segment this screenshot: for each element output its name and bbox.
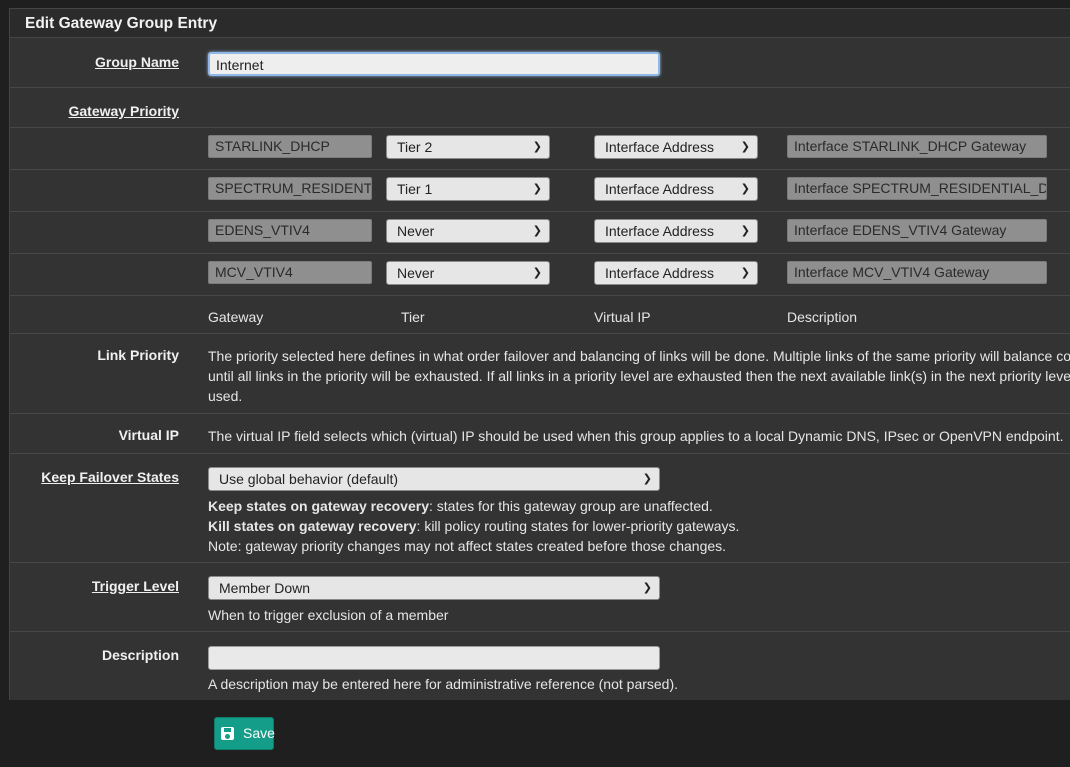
- gateway-name-field: EDENS_VTIV4: [208, 219, 372, 242]
- vip-value: Interface Address: [605, 181, 714, 197]
- help-line: used.: [208, 388, 243, 404]
- virtual-ip-select[interactable]: Interface Address ❯: [594, 261, 758, 285]
- gateway-name-field: MCV_VTIV4: [208, 261, 372, 284]
- tier-select[interactable]: Tier 1 ❯: [386, 177, 550, 201]
- trigger-level-select[interactable]: Member Down ❯: [208, 576, 660, 600]
- description-input[interactable]: [208, 646, 660, 670]
- chevron-down-icon: ❯: [532, 183, 542, 195]
- trigger-level-row: Trigger Level Member Down ❯ When to trigg…: [10, 563, 1070, 632]
- gateway-name-field: SPECTRUM_RESIDENTI/: [208, 177, 372, 200]
- edit-gateway-group-panel: Edit Gateway Group Entry Group Name Inte…: [9, 8, 1070, 700]
- help-text: : states for this gateway group are unaf…: [429, 498, 713, 514]
- virtual-ip-select[interactable]: Interface Address ❯: [594, 177, 758, 201]
- description-label: Description: [101, 647, 179, 663]
- help-bold: Kill states on gateway recovery: [208, 518, 417, 534]
- gateway-column-headers: Gateway Tier Virtual IP Description: [10, 296, 1070, 334]
- tier-value: Tier 1: [397, 181, 433, 197]
- chevron-down-icon: ❯: [740, 225, 750, 237]
- trigger-level-value: Member Down: [219, 580, 311, 596]
- save-label: Save: [243, 725, 275, 741]
- description-column-header: Description: [787, 309, 858, 325]
- virtual-ip-select[interactable]: Interface Address ❯: [594, 135, 758, 159]
- gateway-description-field: Interface EDENS_VTIV4 Gateway: [787, 219, 1047, 242]
- help-line: The priority selected here defines in wh…: [208, 348, 1070, 364]
- trigger-level-label: Trigger Level: [91, 578, 179, 594]
- vip-value: Interface Address: [605, 223, 714, 239]
- group-name-label: Group Name: [94, 54, 179, 70]
- help-line: Keep states on gateway recovery: states …: [208, 496, 739, 516]
- help-bold: Keep states on gateway recovery: [208, 498, 429, 514]
- tier-value: Never: [397, 223, 435, 239]
- tier-select[interactable]: Never ❯: [386, 219, 550, 243]
- link-priority-help: The priority selected here defines in wh…: [208, 346, 1070, 406]
- group-name-row: Group Name Internet: [10, 39, 1070, 88]
- chevron-down-icon: ❯: [740, 183, 750, 195]
- chevron-down-icon: ❯: [740, 267, 750, 279]
- gateway-priority-label: Gateway Priority: [68, 103, 180, 119]
- chevron-down-icon: ❯: [642, 582, 652, 594]
- description-help: A description may be entered here for ad…: [208, 676, 679, 692]
- gateway-row: STARLINK_DHCP Tier 2 ❯ Interface Address ❯…: [10, 128, 1070, 170]
- chevron-down-icon: ❯: [642, 473, 652, 485]
- help-line: until all links in the priority will be …: [208, 368, 1070, 384]
- keep-failover-value: Use global behavior (default): [219, 471, 398, 487]
- keep-failover-label: Keep Failover States: [41, 469, 179, 485]
- virtual-ip-column-header: Virtual IP: [594, 309, 651, 325]
- gateway-row: EDENS_VTIV4 Never ❯ Interface Address ❯ In…: [10, 212, 1070, 254]
- tier-select[interactable]: Tier 2 ❯: [386, 135, 550, 159]
- gateway-row: MCV_VTIV4 Never ❯ Interface Address ❯ Inte…: [10, 254, 1070, 296]
- link-priority-row: Link Priority The priority selected here…: [10, 334, 1070, 414]
- description-row: Description A description may be entered…: [10, 632, 1070, 701]
- tier-column-header: Tier: [401, 309, 425, 325]
- gateway-description-field: Interface MCV_VTIV4 Gateway: [787, 261, 1047, 284]
- keep-failover-select[interactable]: Use global behavior (default) ❯: [208, 467, 660, 491]
- group-name-input[interactable]: Internet: [208, 52, 660, 76]
- vip-value: Interface Address: [605, 139, 714, 155]
- gateway-description-field: Interface SPECTRUM_RESIDENTIAL_DH: [787, 177, 1047, 200]
- chevron-down-icon: ❯: [532, 225, 542, 237]
- gateway-description-field: Interface STARLINK_DHCP Gateway: [787, 135, 1047, 158]
- help-text: : kill policy routing states for lower-p…: [416, 518, 740, 534]
- help-line: Kill states on gateway recovery: kill po…: [208, 516, 739, 536]
- tier-value: Tier 2: [397, 139, 433, 155]
- vip-value: Interface Address: [605, 265, 714, 281]
- tier-value: Never: [397, 265, 435, 281]
- trigger-level-help: When to trigger exclusion of a member: [208, 607, 449, 623]
- chevron-down-icon: ❯: [532, 141, 542, 153]
- save-button[interactable]: Save: [214, 717, 275, 750]
- floppy-disk-icon: [221, 727, 234, 740]
- chevron-down-icon: ❯: [532, 267, 542, 279]
- gateway-priority-row: Gateway Priority: [10, 88, 1070, 128]
- chevron-down-icon: ❯: [740, 141, 750, 153]
- virtual-ip-help: The virtual IP field selects which (virt…: [208, 428, 1064, 444]
- virtual-ip-select[interactable]: Interface Address ❯: [594, 219, 758, 243]
- panel-title: Edit Gateway Group Entry: [10, 9, 1070, 38]
- keep-failover-help: Keep states on gateway recovery: states …: [208, 496, 739, 556]
- keep-failover-row: Keep Failover States Use global behavior…: [10, 454, 1070, 563]
- virtual-ip-label: Virtual IP: [118, 427, 179, 443]
- gateway-row: SPECTRUM_RESIDENTI/ Tier 1 ❯ Interface Ad…: [10, 170, 1070, 212]
- tier-select[interactable]: Never ❯: [386, 261, 550, 285]
- gateway-name-field: STARLINK_DHCP: [208, 135, 372, 158]
- virtual-ip-row: Virtual IP The virtual IP field selects …: [10, 414, 1070, 454]
- gateway-column-header: Gateway: [208, 309, 264, 325]
- help-line: Note: gateway priority changes may not a…: [208, 538, 727, 554]
- link-priority-label: Link Priority: [97, 347, 179, 363]
